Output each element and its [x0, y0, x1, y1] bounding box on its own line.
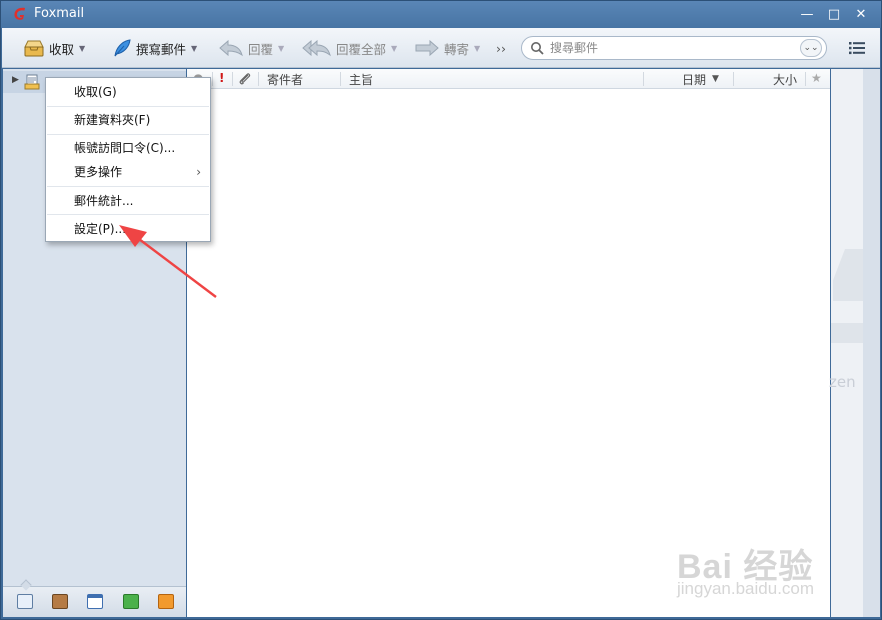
subject-column[interactable]: 主旨 [349, 71, 373, 88]
forward-label: 轉寄 [444, 41, 470, 57]
preview-watermark-text: zen [829, 373, 856, 391]
reply-button[interactable]: 回覆 ▼ [218, 36, 284, 60]
title-bar: Foxmail — □ ✕ [1, 1, 881, 28]
chevron-down-icon: ▼ [191, 43, 198, 53]
chevron-down-icon: ▼ [474, 43, 481, 53]
size-column[interactable]: 大小 [773, 71, 797, 88]
active-indicator [20, 579, 32, 591]
account-icon [24, 74, 40, 90]
close-button[interactable]: ✕ [850, 5, 872, 25]
menu-separator [47, 106, 209, 107]
foxmail-logo-icon [14, 7, 25, 20]
baidu-watermark-url: jingyan.baidu.com [677, 579, 815, 598]
reply-all-arrow-icon [302, 39, 331, 57]
window-title: Foxmail [34, 6, 85, 21]
calendar-icon[interactable] [87, 594, 103, 609]
list-menu-icon[interactable] [848, 41, 866, 55]
star-icon[interactable]: ★ [811, 71, 822, 85]
menu-item-new-folder[interactable]: 新建資料夾(F) [46, 108, 210, 132]
preview-logo-bar [831, 323, 863, 343]
reply-label: 回覆 [248, 41, 274, 57]
menu-separator [47, 214, 209, 215]
expand-arrow-icon[interactable]: ▶ [12, 75, 19, 85]
compose-label: 撰寫郵件 [136, 41, 187, 57]
contacts-icon[interactable] [52, 594, 68, 609]
preview-logo-shape [833, 249, 863, 301]
mail-icon[interactable] [17, 594, 33, 609]
date-column[interactable]: 日期 [682, 71, 706, 88]
chevron-right-icon: › [196, 165, 201, 179]
mail-list-header: ● ! 寄件者 主旨 日期 ▼ 大小 ★ [187, 69, 830, 89]
menu-item-receive[interactable]: 收取(G) [46, 80, 210, 104]
search-box: ⌄⌄ [521, 36, 827, 60]
foxmail-window: Foxmail — □ ✕ 收取 ▼ 撰寫郵件 ▼ 回覆 ▼ 回覆全部 ▼ 轉寄… [0, 0, 882, 620]
side-strip [863, 69, 880, 617]
inbox-tray-icon [24, 40, 44, 57]
reply-all-label: 回覆全部 [336, 41, 387, 57]
more-toolbar-button[interactable]: ›› [496, 36, 506, 60]
compose-button[interactable]: 撰寫郵件 ▼ [112, 36, 197, 60]
minimize-button[interactable]: — [796, 5, 818, 25]
menu-separator [47, 134, 209, 135]
menu-item-more-actions[interactable]: 更多操作 › [46, 160, 210, 184]
chevron-down-icon: ▼ [278, 43, 285, 53]
receive-button[interactable]: 收取 ▼ [23, 36, 85, 60]
search-input[interactable] [550, 40, 790, 56]
annotation-arrow-icon [119, 225, 217, 298]
reply-all-button[interactable]: 回覆全部 ▼ [302, 36, 397, 60]
forward-button[interactable]: 轉寄 ▼ [414, 36, 480, 60]
sender-column[interactable]: 寄件者 [267, 71, 303, 88]
sort-chevron-icon: ▼ [712, 74, 719, 84]
double-chevron-down-icon: ⌄⌄ [803, 43, 819, 53]
search-dropdown-button[interactable]: ⌄⌄ [800, 39, 822, 57]
reply-arrow-icon [219, 39, 243, 57]
mail-list: ● ! 寄件者 主旨 日期 ▼ 大小 ★ [187, 69, 830, 617]
menu-item-mail-statistics[interactable]: 郵件統計... [46, 189, 210, 213]
preview-pane [831, 69, 863, 617]
menu-item-more-actions-label: 更多操作 [74, 165, 123, 179]
important-column[interactable]: ! [219, 71, 224, 85]
feather-quill-icon [114, 39, 131, 57]
chevron-down-icon: ▼ [391, 43, 398, 53]
rss-icon[interactable] [158, 594, 174, 609]
module-switcher-bar [3, 579, 186, 617]
menu-separator [47, 186, 209, 187]
receive-label: 收取 [49, 41, 75, 57]
main-toolbar: 收取 ▼ 撰寫郵件 ▼ 回覆 ▼ 回覆全部 ▼ 轉寄 ▼ ›› 搜尋郵件 ⌄⌄ [2, 28, 880, 68]
attachment-icon[interactable] [238, 72, 252, 86]
chevron-down-icon: ▼ [79, 43, 86, 53]
forward-arrow-icon [415, 39, 439, 57]
menu-item-account-password[interactable]: 帳號訪問口令(C)... [46, 136, 210, 160]
maximize-button[interactable]: □ [823, 5, 845, 25]
search-icon [531, 42, 544, 55]
account-context-menu: 收取(G) 新建資料夾(F) 帳號訪問口令(C)... 更多操作 › 郵件統計.… [45, 77, 211, 242]
notes-icon[interactable] [123, 594, 139, 609]
